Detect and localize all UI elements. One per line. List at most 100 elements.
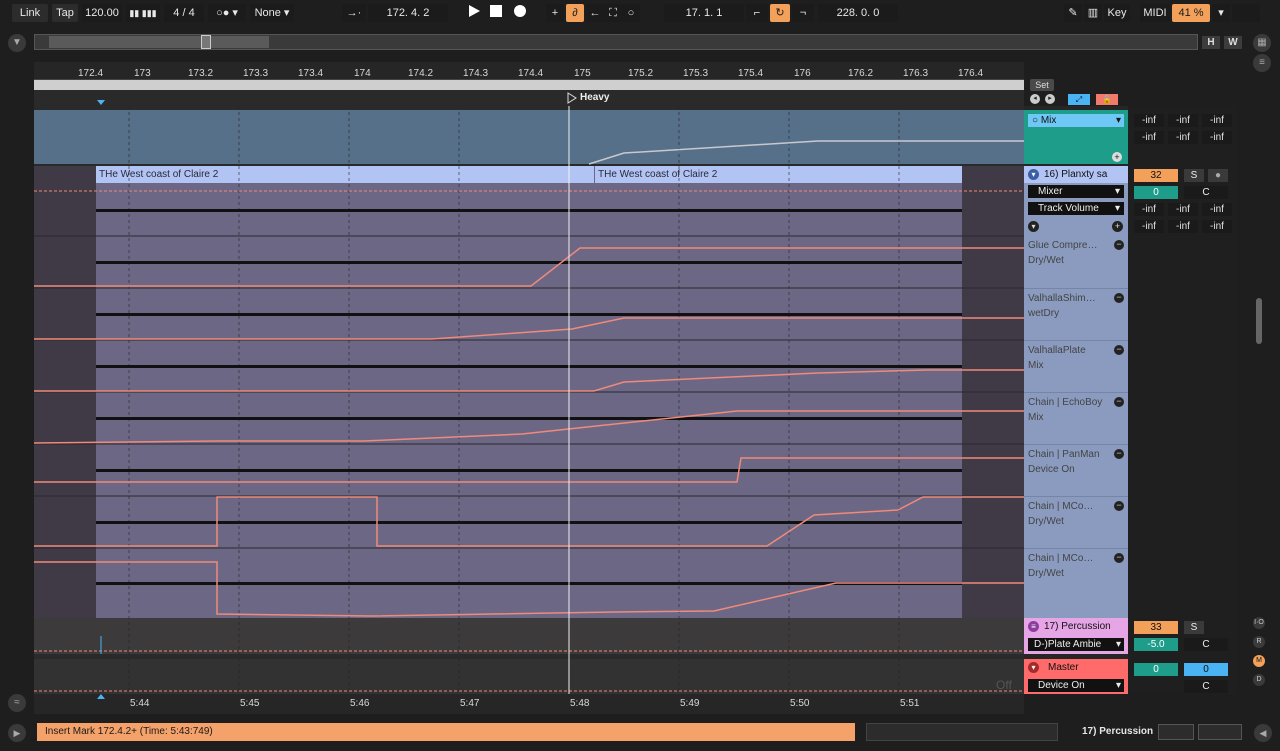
keyboard-icon[interactable]: ▥ <box>1084 4 1102 22</box>
lock-icon[interactable]: 🔒 <box>1096 94 1118 105</box>
master-send[interactable]: 0 <box>1184 663 1228 676</box>
expand-icon[interactable]: ⤢ <box>1068 94 1090 105</box>
time-signature[interactable]: 4 / 4 <box>164 4 204 22</box>
play-button[interactable] <box>464 4 484 22</box>
send-value[interactable]: -inf <box>1168 220 1198 233</box>
show-hide-w-button[interactable]: W <box>1224 36 1242 49</box>
send-value[interactable]: -inf <box>1134 220 1164 233</box>
track16-title-bar[interactable]: ▾ 16) Planxty sa <box>1024 166 1128 183</box>
delay-toggle-button[interactable]: D <box>1253 674 1265 686</box>
send-value[interactable]: -inf <box>1168 203 1198 216</box>
track17-solo-button[interactable]: S <box>1184 621 1204 634</box>
automation-lane-header[interactable]: Glue Compre… Dry/Wet − <box>1024 236 1128 288</box>
back-to-arrangement-icon[interactable]: ← <box>586 4 604 22</box>
master-param-chooser[interactable]: Device On ▾ <box>1028 679 1124 692</box>
quantize-menu[interactable]: None ▾ <box>250 4 294 22</box>
device-chooser[interactable]: Mixer ▾ <box>1028 185 1124 198</box>
send-value[interactable]: -inf <box>1168 131 1198 144</box>
send-value[interactable]: -inf <box>1134 114 1164 127</box>
midi-map-button[interactable]: MIDI <box>1140 4 1170 22</box>
master-pan[interactable]: C <box>1184 680 1228 693</box>
remove-lane-icon[interactable]: − <box>1114 553 1124 563</box>
track17-pan[interactable]: C <box>1184 638 1228 651</box>
send-value[interactable]: -inf <box>1134 131 1164 144</box>
group-track-header[interactable]: ○ Mix ▾ + <box>1024 110 1128 164</box>
arrangement-view[interactable]: THe West coast of Claire 2 THe West coas… <box>34 106 1024 694</box>
loop-length-field[interactable]: 228. 0. 0 <box>818 4 898 22</box>
overview-viewport[interactable] <box>201 35 211 49</box>
param-chooser[interactable]: Track Volume ▾ <box>1028 202 1124 215</box>
record-button[interactable] <box>510 4 530 22</box>
beat-time-ruler[interactable]: 172.4 173 173.2 173.3 173.4 174 174.2 17… <box>34 62 1024 80</box>
remove-lane-icon[interactable]: − <box>1114 449 1124 459</box>
browser-toggle-icon[interactable]: ▼ <box>8 34 26 52</box>
remove-lane-icon[interactable]: − <box>1114 293 1124 303</box>
capture-icon[interactable]: ⛶ <box>604 4 622 22</box>
vertical-scrollbar[interactable] <box>1256 298 1262 344</box>
add-automation-lane-icon[interactable]: + <box>1112 221 1123 232</box>
group-fold-icon[interactable]: ≡ <box>1028 621 1039 632</box>
master-volume[interactable]: 0 <box>1134 663 1178 676</box>
punch-in-icon[interactable]: ⌐ <box>746 4 768 22</box>
automation-arm-icon[interactable]: ∂ <box>566 4 584 22</box>
track17-volume[interactable]: -5.0 <box>1134 638 1178 651</box>
send-value[interactable]: -inf <box>1134 203 1164 216</box>
stop-button[interactable] <box>488 4 504 22</box>
position-field[interactable]: 172. 4. 2 <box>368 4 448 22</box>
send-value[interactable]: -inf <box>1168 114 1198 127</box>
tap-button[interactable]: Tap <box>52 4 78 22</box>
tempo-field[interactable]: 120.00 <box>82 4 122 22</box>
show-detail-icon[interactable]: ◀ <box>1254 724 1272 742</box>
track17-device-chooser[interactable]: D-)Plate Ambie ▾ <box>1028 638 1124 651</box>
send-value[interactable]: -inf <box>1202 203 1232 216</box>
link-button[interactable]: Link <box>12 4 48 22</box>
overdub-icon[interactable]: + <box>546 4 564 22</box>
show-hide-h-button[interactable]: H <box>1202 36 1220 49</box>
key-map-button[interactable]: Key <box>1104 4 1130 22</box>
set-locator-button[interactable]: Set <box>1030 79 1054 91</box>
track17-number[interactable]: 33 <box>1134 621 1178 634</box>
track16-header[interactable]: ▾ 16) Planxty sa Mixer ▾ Track Volume ▾ ▾ … <box>1024 166 1128 618</box>
automation-lane-header[interactable]: Chain | PanMan Device On − <box>1024 444 1128 496</box>
master-header[interactable]: ▾ Master Device On ▾ <box>1024 659 1128 694</box>
clip-view-toggle-icon[interactable]: ▦ <box>1253 34 1271 52</box>
loop-start-field[interactable]: 17. 1. 1 <box>664 4 744 22</box>
returns-toggle-button[interactable]: R <box>1253 636 1265 648</box>
automation-lane-header[interactable]: Chain | MCo… Dry/Wet − <box>1024 548 1128 600</box>
track16-volume[interactable]: 0 <box>1134 186 1178 199</box>
follow-icon[interactable]: →· <box>342 4 366 22</box>
device-chain-thumbnail-icon[interactable] <box>1198 724 1242 740</box>
track17-header[interactable]: ≡ 17) Percussion D-)Plate Ambie ▾ <box>1024 618 1128 654</box>
track16-number[interactable]: 32 <box>1134 169 1178 182</box>
remove-lane-icon[interactable]: − <box>1114 397 1124 407</box>
locator-marker-icon[interactable] <box>567 92 577 104</box>
send-value[interactable]: -inf <box>1202 114 1232 127</box>
master-fold-icon[interactable]: ▾ <box>1028 662 1039 673</box>
automation-lane-header[interactable]: ValhallaShim… wetDry − <box>1024 288 1128 340</box>
io-toggle-button[interactable]: I·O <box>1253 617 1265 629</box>
time-ruler[interactable]: 5:44 5:45 5:46 5:47 5:48 5:49 5:50 5:51 <box>34 694 1024 714</box>
prev-locator-icon[interactable]: ◂ <box>1030 94 1040 104</box>
mixer-toggle-button[interactable]: M <box>1253 655 1265 667</box>
arrangement-overview[interactable] <box>34 34 1198 50</box>
track16-arm-button[interactable]: ● <box>1208 169 1228 182</box>
nudge-buttons[interactable]: ▮▮ ▮▮▮ <box>126 4 160 22</box>
next-locator-icon[interactable]: ▸ <box>1045 94 1055 104</box>
mix-selector[interactable]: ○ Mix ▾ <box>1028 114 1124 127</box>
draw-mode-icon[interactable]: ✎ <box>1064 4 1082 22</box>
track16-pan[interactable]: C <box>1184 186 1228 199</box>
automation-lane-header[interactable]: ValhallaPlate Mix − <box>1024 340 1128 392</box>
loop-switch-icon[interactable]: ↻ <box>770 4 790 22</box>
session-record-icon[interactable]: ○ <box>622 4 640 22</box>
automation-lane-header[interactable]: Chain | EchoBoy Mix − <box>1024 392 1128 444</box>
send-value[interactable]: -inf <box>1202 131 1232 144</box>
send-value[interactable]: -inf <box>1202 220 1232 233</box>
track16-solo-button[interactable]: S <box>1184 169 1204 182</box>
metronome-toggle[interactable]: ○● ▾ <box>208 4 246 22</box>
automation-lane-header[interactable]: Chain | MCo… Dry/Wet − <box>1024 496 1128 548</box>
groove-pool-icon[interactable]: ≈ <box>8 694 26 712</box>
remove-lane-icon[interactable]: − <box>1114 240 1124 250</box>
punch-out-icon[interactable]: ¬ <box>792 4 814 22</box>
device-thumbnail-icon[interactable] <box>1158 724 1194 740</box>
remove-lane-icon[interactable]: − <box>1114 345 1124 355</box>
